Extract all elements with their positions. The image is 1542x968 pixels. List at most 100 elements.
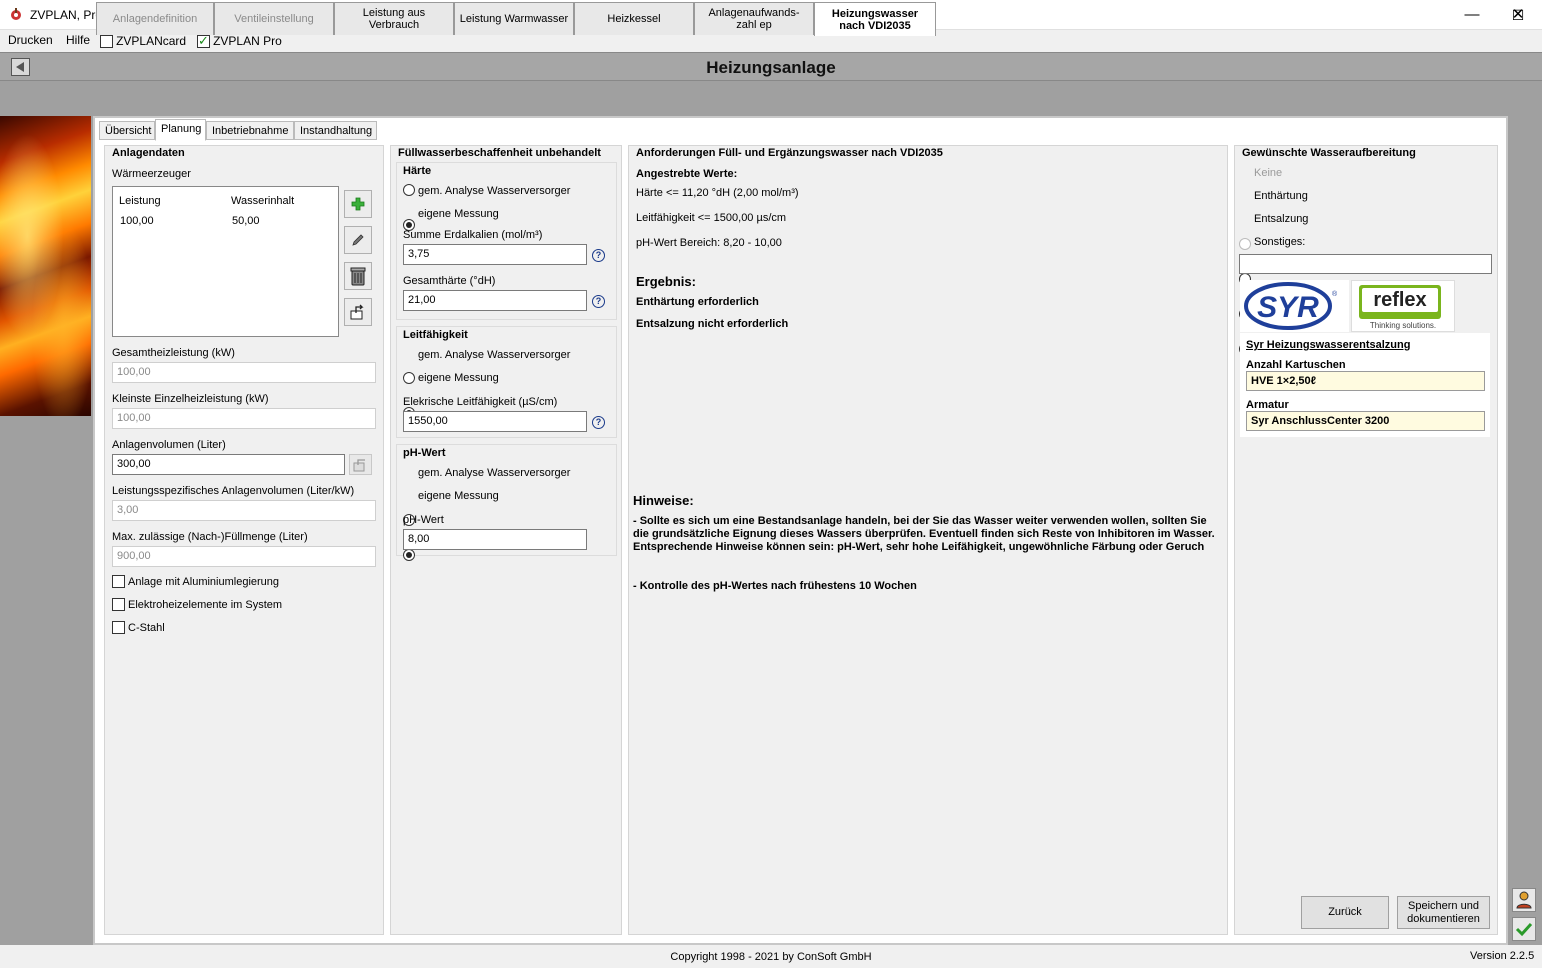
back-arrow-button[interactable] <box>11 58 30 76</box>
fuellwasser-title: Füllwasserbeschaffenheit unbehandelt <box>398 147 601 159</box>
subtab-uebersicht[interactable]: Übersicht <box>99 121 155 140</box>
tab-heizkessel[interactable]: Heizkessel <box>574 2 694 35</box>
menu-drucken[interactable]: Drucken <box>8 33 53 47</box>
ph-title: pH-Wert <box>403 447 446 459</box>
leit-requirement: Leitfähigkeit <= 1500,00 µs/cm <box>636 212 787 224</box>
tab-leistung-warmwasser[interactable]: Leistung Warmwasser <box>454 2 574 35</box>
user-alert-icon <box>1516 891 1532 909</box>
user-alert-button[interactable] <box>1512 888 1536 912</box>
kleinste-field: 100,00 <box>112 408 376 429</box>
ph-label: pH-Wert <box>403 514 444 526</box>
zvplancard-checkbox[interactable] <box>100 34 113 48</box>
syr-logo[interactable]: SYR ® <box>1240 280 1349 332</box>
hinweis-2: - Kontrolle des pH-Wertes nach frühesten… <box>633 580 917 592</box>
kartuschen-label: Anzahl Kartuschen <box>1246 359 1346 371</box>
kleinste-label: Kleinste Einzelheizleistung (kW) <box>112 393 269 405</box>
col-leistung: Leistung <box>119 195 161 207</box>
ph-eigene-label: eigene Messung <box>418 490 499 502</box>
delete-button[interactable] <box>344 262 372 290</box>
export-icon <box>350 304 364 320</box>
syr-logo-text: SYR <box>1257 291 1319 324</box>
cstahl-label: C-Stahl <box>128 622 165 634</box>
leistungsspez-label: Leistungsspezifisches Anlagenvolumen (Li… <box>112 485 355 497</box>
maxfuell-label: Max. zulässige (Nach-)Füllmenge (Liter) <box>112 531 308 543</box>
hinweise-title: Hinweise: <box>633 493 694 508</box>
copy-button[interactable] <box>349 454 372 475</box>
ph-input[interactable]: 8,00 <box>403 529 587 550</box>
add-button[interactable] <box>344 190 372 218</box>
ph-eigene-radio[interactable] <box>403 549 415 561</box>
entsalzung-label: Entsalzung <box>1254 213 1309 225</box>
check-icon <box>1515 922 1533 937</box>
svg-text:®: ® <box>1332 290 1338 298</box>
app-icon <box>11 8 21 20</box>
close-button[interactable]: ✕ <box>1495 0 1541 30</box>
anlagenvolumen-input[interactable]: 300,00 <box>112 454 345 475</box>
speichern-button[interactable]: Speichern und dokumentieren <box>1397 896 1490 929</box>
zvplanpro-toggle[interactable]: ZVPLAN Pro <box>197 33 282 49</box>
maxfuell-field: 900,00 <box>112 546 376 567</box>
sonstiges-input[interactable] <box>1239 254 1492 274</box>
copy-icon <box>353 459 365 472</box>
reflex-logo-text: reflex <box>1362 288 1438 312</box>
leit-analyse-radio[interactable] <box>403 372 415 384</box>
subtab-inbetriebnahme[interactable]: Inbetriebnahme <box>206 121 294 140</box>
elektro-checkbox[interactable] <box>112 598 125 611</box>
confirm-button[interactable] <box>1512 917 1536 941</box>
leistungsspez-field: 3,00 <box>112 500 376 521</box>
anlagenvolumen-label: Anlagenvolumen (Liter) <box>112 439 226 451</box>
export-button[interactable] <box>344 298 372 326</box>
row-leistung: 100,00 <box>120 215 154 227</box>
tab-leistung-verbrauch[interactable]: Leistung aus Verbrauch <box>334 2 454 35</box>
right-strip <box>1508 81 1542 945</box>
page-title: Heizungsanlage <box>706 58 836 77</box>
reflex-logo-box: reflex <box>1359 285 1441 319</box>
flame-image <box>0 116 91 416</box>
kartuschen-field: HVE 1×2,50ℓ <box>1246 371 1485 391</box>
product-title[interactable]: Syr Heizungswasserentsalzung <box>1246 339 1410 351</box>
anlagendaten-title: Anlagendaten <box>112 147 185 159</box>
haerte-analyse-radio[interactable] <box>403 184 415 196</box>
haerte-requirement: Härte <= 11,20 °dH (2,00 mol/m³) <box>636 187 799 199</box>
help-icon[interactable]: ? <box>592 295 605 308</box>
leit-input[interactable]: 1550,00 <box>403 411 587 432</box>
product-box: Syr Heizungswasserentsalzung Anzahl Kart… <box>1240 333 1490 437</box>
zvplancard-toggle[interactable]: ZVPLANcard <box>100 34 186 48</box>
edit-button[interactable] <box>344 226 372 254</box>
tab-heizungswasser[interactable]: Heizungswasser nach VDI2035 <box>814 2 936 36</box>
zurueck-button[interactable]: Zurück <box>1301 896 1389 929</box>
subtab-planung[interactable]: Planung <box>155 119 206 141</box>
syr-logo-graphic: SYR ® <box>1244 282 1338 330</box>
gesamthaerte-input[interactable]: 21,00 <box>403 290 587 311</box>
haerte-analyse-label: gem. Analyse Wasserversorger <box>418 185 571 197</box>
haerte-eigene-label: eigene Messung <box>418 208 499 220</box>
menu-hilfe[interactable]: Hilfe <box>66 33 90 47</box>
help-icon[interactable]: ? <box>592 416 605 429</box>
tab-anlagenaufwandszahl[interactable]: Anlagenaufwands- zahl ep <box>694 2 814 35</box>
subtab-instandhaltung[interactable]: Instandhaltung <box>294 121 377 140</box>
erdalkalien-input[interactable]: 3,75 <box>403 244 587 265</box>
col-wasserinhalt: Wasserinhalt <box>231 195 295 207</box>
version: Version 2.2.5 <box>1470 950 1535 962</box>
zvplanpro-checkbox[interactable] <box>197 33 210 49</box>
keine-radio[interactable] <box>1239 238 1251 250</box>
ergebnis-title: Ergebnis: <box>636 274 696 289</box>
cstahl-checkbox[interactable] <box>112 621 125 634</box>
table-row[interactable]: 100,00 50,00 <box>113 211 338 231</box>
minimize-button[interactable]: — <box>1449 0 1495 30</box>
help-icon[interactable]: ? <box>592 249 605 262</box>
leit-label: Elekrische Leitfähigkeit (µS/cm) <box>403 396 558 408</box>
edit-icon <box>352 234 364 246</box>
sonstiges-label: Sonstiges: <box>1254 236 1306 248</box>
tab-anlagendefinition[interactable]: Anlagendefinition <box>96 2 214 35</box>
elektro-label: Elektroheizelemente im System <box>128 599 283 611</box>
alu-checkbox[interactable] <box>112 575 125 588</box>
reflex-logo[interactable]: reflex Thinking solutions. <box>1351 280 1455 332</box>
trash-icon <box>350 267 366 286</box>
zvplanpro-label: ZVPLAN Pro <box>213 34 282 48</box>
waermeerzeuger-list[interactable]: Leistung Wasserinhalt 100,00 50,00 <box>112 186 339 337</box>
gesamthaerte-label: Gesamthärte (°dH) <box>403 275 496 287</box>
alu-label: Anlage mit Aluminiumlegierung <box>128 576 280 588</box>
ph-requirement: pH-Wert Bereich: 8,20 - 10,00 <box>636 237 782 249</box>
tab-ventileinstellung[interactable]: Ventileinstellung <box>214 2 334 35</box>
